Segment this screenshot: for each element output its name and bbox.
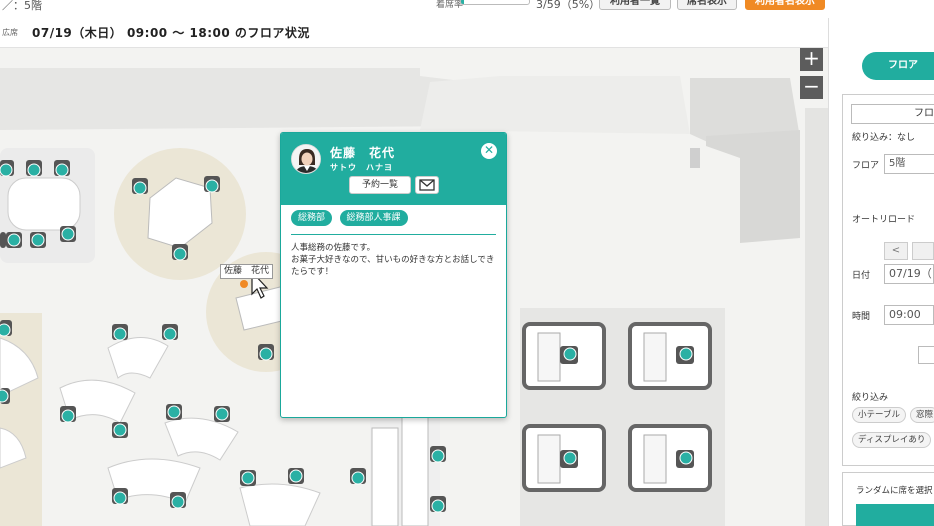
chip-display[interactable]: ディスプレイあり bbox=[852, 432, 932, 448]
user-list-button[interactable]: 利用者一覧 bbox=[599, 0, 671, 10]
user-bio: 人事総務の佐藤です。 お菓子大好きなので、甘いもの好きな方とお話しできたらです！ bbox=[291, 243, 495, 277]
avatar bbox=[291, 144, 321, 174]
chip-window[interactable]: 窓際 bbox=[910, 407, 934, 423]
bench-desk-1 bbox=[371, 427, 399, 526]
popup-header: 佐藤 花代 サトウ ハナヨ ✕ 予約一覧 bbox=[281, 133, 506, 205]
reservation-list-button[interactable]: 予約一覧 bbox=[349, 176, 411, 194]
auto-reload-label: オートリロード bbox=[852, 215, 916, 225]
floor-select-button[interactable]: フロ bbox=[851, 104, 934, 124]
selected-seat-marker bbox=[240, 280, 248, 288]
filter-status: 絞り込み：なし bbox=[852, 133, 916, 143]
user-name-view-button[interactable]: 利用者名表示 bbox=[745, 0, 825, 10]
mail-button[interactable] bbox=[415, 176, 439, 194]
curved-table-7 bbox=[239, 483, 321, 526]
filter-section-label: 絞り込み bbox=[852, 393, 889, 403]
user-name: 佐藤 花代 bbox=[330, 146, 396, 160]
random-seat-label: ランダムに席を選択 bbox=[856, 486, 933, 496]
ceiling-area bbox=[420, 76, 690, 134]
tab-floor[interactable]: フロア bbox=[862, 52, 934, 80]
section-tag[interactable]: 総務部人事課 bbox=[339, 210, 408, 226]
occupancy-label: 着席率 bbox=[436, 0, 464, 10]
apply-mini-button[interactable] bbox=[918, 346, 934, 364]
user-profile-popup: 佐藤 花代 サトウ ハナヨ ✕ 予約一覧 総務部 総務部人事課 人事総務の佐藤で… bbox=[280, 132, 507, 418]
booth-4-desk bbox=[643, 434, 667, 484]
booth-4 bbox=[628, 424, 712, 492]
date-label: 日付 bbox=[852, 271, 871, 281]
wall-right bbox=[805, 108, 828, 526]
meeting-table bbox=[7, 177, 81, 231]
seat-hover-tooltip: 佐藤 花代 bbox=[220, 264, 274, 279]
occupancy-bar-fill bbox=[461, 0, 465, 4]
floor-label: フロア bbox=[852, 161, 880, 171]
floor-status-title: 07/19（木日） 09:00 ～ 18:00 のフロア状況 bbox=[32, 26, 310, 40]
zoom-in-button[interactable]: + bbox=[800, 48, 823, 71]
department-tag[interactable]: 総務部 bbox=[291, 210, 333, 226]
booth-3-desk bbox=[537, 434, 561, 484]
wall-pillar bbox=[706, 130, 800, 243]
booth-2 bbox=[628, 322, 712, 390]
booth-1-desk bbox=[537, 332, 561, 382]
close-icon[interactable]: ✕ bbox=[481, 143, 497, 159]
curved-table-1 bbox=[107, 337, 169, 379]
user-name-kana: サトウ ハナヨ bbox=[330, 163, 393, 172]
floor-select[interactable]: 5階 bbox=[884, 154, 934, 174]
avatar-portrait-icon bbox=[292, 145, 320, 173]
zoom-out-button[interactable]: − bbox=[800, 76, 823, 99]
chip-small-table[interactable]: 小テーブル bbox=[852, 407, 906, 423]
occupancy-bar bbox=[460, 0, 530, 5]
random-seat-button[interactable] bbox=[856, 504, 934, 526]
cut-label: 広席 bbox=[2, 28, 18, 37]
occupancy-count: 3/59（5%） bbox=[536, 0, 601, 11]
wall-top bbox=[0, 68, 470, 130]
date-input[interactable]: 07/19（ bbox=[884, 264, 934, 284]
top-header: ／：5階 着席率 3/59（5%） 利用者一覧 席名表示 利用者名表示 広席 0… bbox=[0, 0, 934, 48]
mail-icon bbox=[419, 179, 435, 191]
seat-name-view-button[interactable]: 席名表示 bbox=[677, 0, 737, 10]
next-date-button[interactable] bbox=[912, 242, 934, 260]
department-tags: 総務部 総務部人事課 bbox=[291, 210, 412, 226]
time-label: 時間 bbox=[852, 312, 871, 322]
breadcrumb: ／：5階 bbox=[2, 0, 42, 12]
time-input[interactable]: 09:00 bbox=[884, 305, 934, 325]
popup-divider bbox=[291, 234, 496, 235]
wall-corner bbox=[690, 148, 700, 168]
curved-table-3 bbox=[164, 417, 239, 461]
prev-date-button[interactable]: < bbox=[884, 242, 908, 260]
booth-2-desk bbox=[643, 332, 667, 382]
